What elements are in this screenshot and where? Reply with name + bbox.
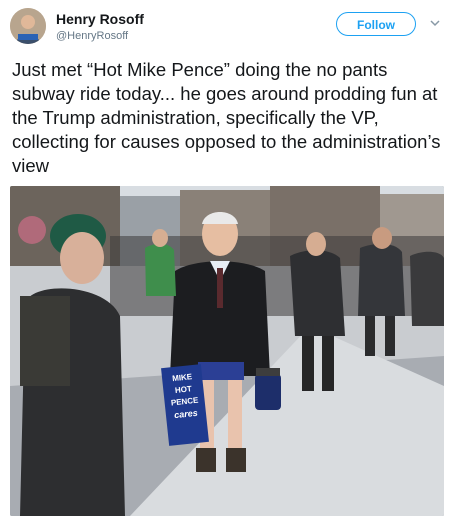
follow-button[interactable]: Follow (336, 12, 416, 36)
tweet-photo[interactable]: MIKE HOT PENCE cares (10, 186, 444, 516)
author-handle[interactable]: @HenryRosoff (56, 30, 128, 42)
tweet-card: Henry Rosoff @HenryRosoff Follow Just me… (0, 0, 454, 522)
author-name[interactable]: Henry Rosoff (56, 11, 144, 27)
tweet-text: Just met “Hot Mike Pence” doing the no p… (12, 59, 441, 176)
avatar[interactable] (10, 8, 46, 44)
chevron-down-icon[interactable] (428, 16, 442, 30)
sign-line-2: HOT (175, 384, 193, 395)
